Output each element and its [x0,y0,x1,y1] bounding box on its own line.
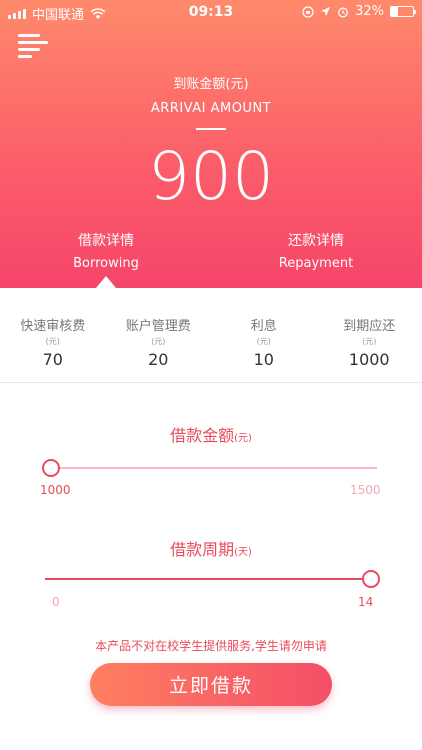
fee-quick-review: 快速审核费 (元) 70 [0,288,106,382]
active-tab-pointer [96,276,116,288]
tab-repayment[interactable]: 还款详情 Repayment [246,230,386,271]
fee-interest: 利息 (元) 10 [211,288,317,382]
period-slider-min-label: 0 [52,595,60,609]
fee-name: 到期应还 [343,319,396,334]
tab-repayment-label-en: Repayment [278,256,354,271]
amount-slider-min-label: 1000 [40,483,71,497]
amount-slider-unit: (元) [234,433,252,444]
fee-value: 70 [42,350,63,369]
orientation-lock-icon [302,5,314,18]
fee-unit: (元) [45,337,60,346]
period-slider-title-text: 借款周期 [170,540,235,559]
tab-repayment-label: 还款详情 [288,233,344,249]
fee-name: 快速审核费 [20,319,86,334]
period-slider-unit: (天) [234,547,252,558]
tab-borrowing-label-en: Borrowing [73,256,139,271]
status-right: 32% [302,4,416,19]
hero-header: 中国联通 09:13 32% 到账金额(元) ARRIVAI AMOUNT 90… [0,0,422,288]
fee-due-total: 到期应还 (元) 1000 [317,288,422,382]
fee-name: 利息 [250,319,277,334]
fee-unit: (元) [151,337,166,346]
tab-borrowing[interactable]: 借款详情 Borrowing [36,230,176,271]
status-bar: 中国联通 09:13 32% [0,0,422,24]
fee-summary: 快速审核费 (元) 70 账户管理费 (元) 20 利息 (元) 10 到期应还… [0,288,422,383]
amount-slider-title: 借款金额(元) [0,422,422,446]
arrival-amount-label: 到账金额(元) [173,77,249,92]
period-slider[interactable] [45,570,380,588]
amount-slider[interactable] [42,459,377,477]
fee-name: 账户管理费 [125,319,191,334]
period-slider-title: 借款周期(天) [0,536,422,560]
fee-value: 20 [148,350,169,369]
battery-level [391,7,399,16]
fee-value: 1000 [348,350,390,369]
battery-percent: 32% [355,4,384,19]
amount-divider [196,128,226,130]
alarm-icon [338,7,349,17]
period-slider-thumb[interactable] [362,570,380,588]
amount-slider-thumb[interactable] [42,459,60,477]
tab-borrowing-label: 借款详情 [78,233,134,249]
arrival-amount-label-en: ARRIVAI AMOUNT [150,101,272,116]
menu-icon[interactable] [18,34,48,60]
apply-loan-button[interactable]: 立即借款 [90,663,332,706]
fee-account-management: 账户管理费 (元) 20 [106,288,212,382]
fee-value: 10 [253,350,274,369]
battery-icon [390,6,416,17]
fee-unit: (元) [256,337,271,346]
period-slider-fill [45,578,371,580]
period-slider-max-label: 14 [358,595,374,609]
arrival-amount-value: 900 [148,138,274,215]
amount-slider-max-label: 1500 [350,483,381,497]
fee-unit: (元) [362,337,377,346]
amount-slider-track[interactable] [51,467,377,469]
student-notice: 本产品不对在校学生提供服务,学生请勿申请 [95,639,327,653]
location-icon [321,7,331,16]
amount-slider-title-text: 借款金额 [170,426,235,445]
